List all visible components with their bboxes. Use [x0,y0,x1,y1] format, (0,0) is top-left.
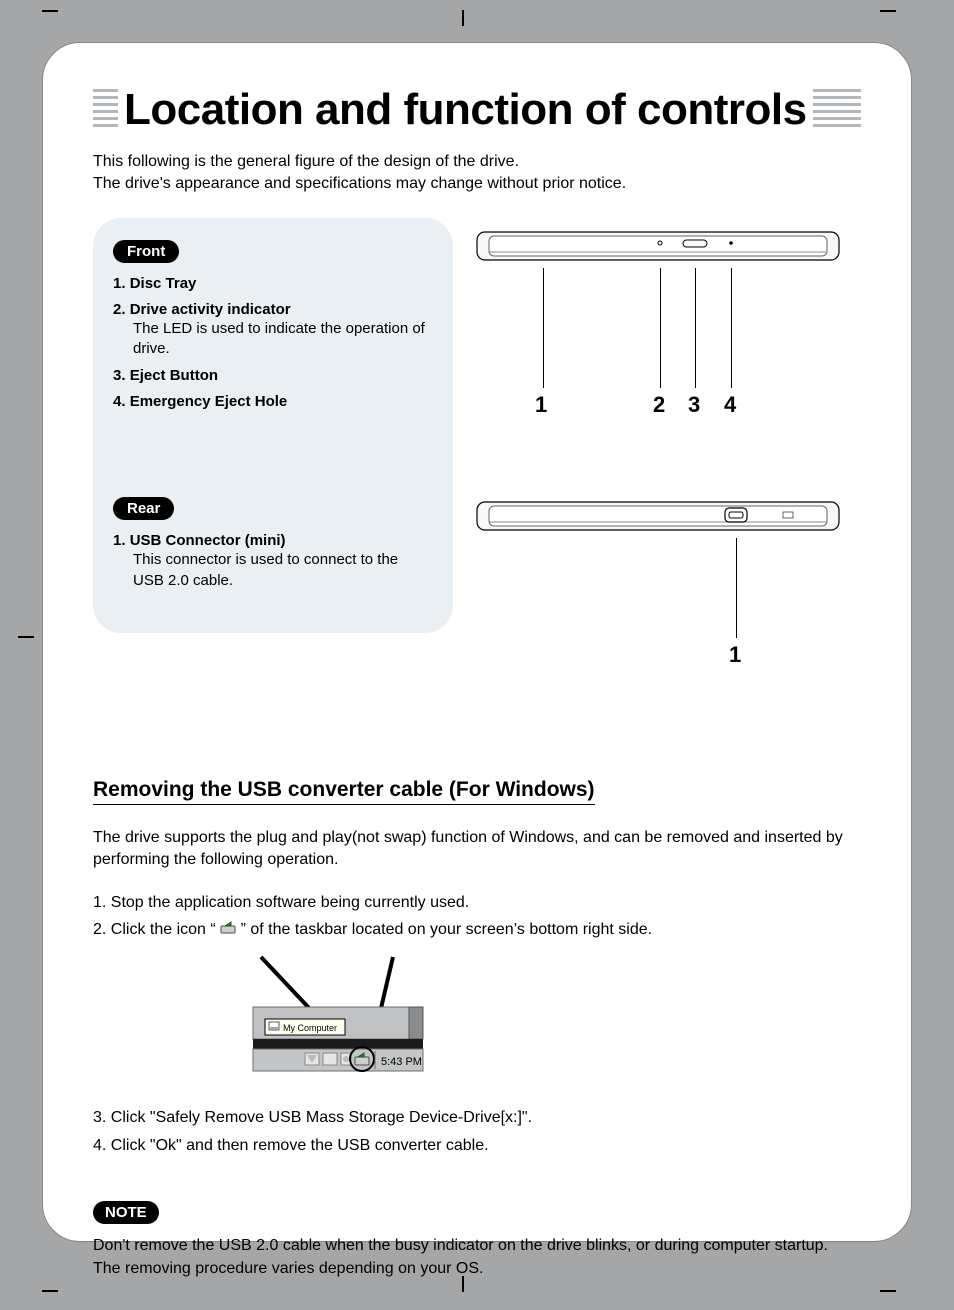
intro-line-2: The drive's appearance and specification… [93,173,861,195]
removing-intro: The drive supports the plug and play(not… [93,827,861,872]
tooltip-text: My Computer [283,1023,337,1033]
item-desc: This connector is used to connect to the… [133,550,433,591]
page-title-wrap: Location and function of controls [93,85,861,135]
front-device-figure: 1 2 3 4 [473,228,861,438]
removing-heading: Removing the USB converter cable (For Wi… [93,778,595,805]
step-4: 4. Click "Ok" and then remove the USB co… [93,1133,861,1159]
taskbar-clock: 5:43 PM [381,1056,422,1068]
page-title: Location and function of controls [118,85,813,135]
note-section: NOTE Don't remove the USB 2.0 cable when… [93,1161,861,1280]
item-title: 3. Eject Button [113,367,218,384]
note-label-pill: NOTE [93,1201,159,1224]
step-3: 3. Click "Safely Remove USB Mass Storage… [93,1105,861,1131]
intro-text: This following is the general figure of … [93,151,861,196]
item-title: 4. Emergency Eject Hole [113,393,287,410]
figures-column: 1 2 3 4 [473,218,861,728]
front-item-3: 3. Eject Button [113,367,433,385]
item-desc: The LED is used to indicate the operatio… [133,319,433,360]
front-panel: Front 1. Disc Tray 2. Drive activity ind… [93,218,453,633]
front-item-1: 1. Disc Tray [113,275,433,293]
safely-remove-icon [220,917,236,943]
manual-page: Location and function of controls This f… [42,42,912,1242]
callout-3: 3 [688,392,700,418]
rear-label-pill: Rear [113,497,174,520]
front-item-4: 4. Emergency Eject Hole [113,393,433,411]
removing-section: Removing the USB converter cable (For Wi… [93,728,861,1159]
rear-item-1: 1. USB Connector (mini) This connector i… [113,532,433,591]
note-text-2: The removing procedure varies depending … [93,1257,861,1280]
callout-1: 1 [535,392,547,418]
rear-device-figure: 1 [473,498,861,668]
note-text-1: Don't remove the USB 2.0 cable when the … [93,1234,861,1257]
taskbar-figure: My Computer [213,955,433,1094]
item-title: 2. Drive activity indicator [113,301,291,318]
rear-callout-1: 1 [729,642,741,668]
step-1: 1. Stop the application software being c… [93,890,861,916]
step-2: 2. Click the icon “ ” of the taskbar loc… [93,917,861,943]
removing-steps: 1. Stop the application software being c… [93,890,861,1159]
callout-2: 2 [653,392,665,418]
front-item-2: 2. Drive activity indicator The LED is u… [113,301,433,360]
item-title: 1. USB Connector (mini) [113,532,286,549]
intro-line-1: This following is the general figure of … [93,151,861,173]
front-section: Front 1. Disc Tray 2. Drive activity ind… [93,218,861,728]
front-label-pill: Front [113,240,179,263]
item-title: 1. Disc Tray [113,275,196,292]
callout-4: 4 [724,392,736,418]
